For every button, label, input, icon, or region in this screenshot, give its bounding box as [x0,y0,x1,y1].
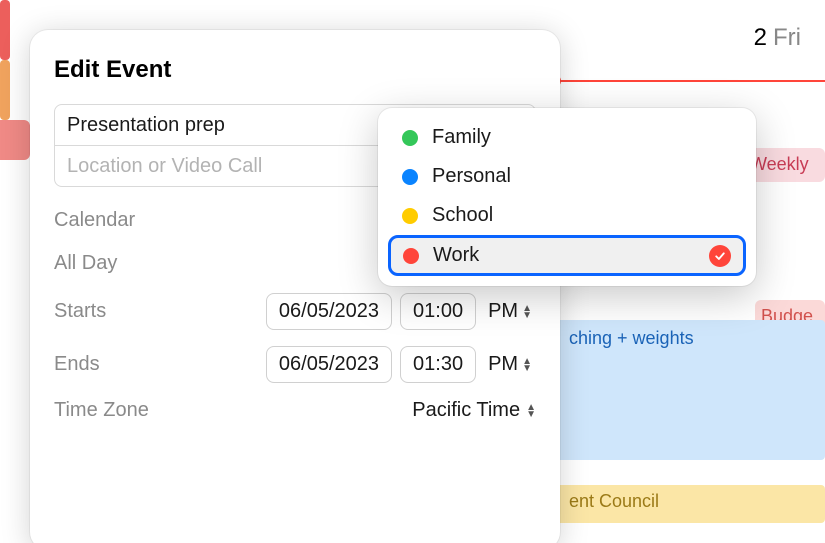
ends-time-input[interactable]: 01:30 [400,346,476,383]
calendar-option-label: School [432,204,493,227]
current-time-indicator [555,80,825,82]
calendar-dropdown-menu: Family Personal School Work [378,108,756,286]
ends-ampm-value: PM [488,353,518,376]
timezone-label: Time Zone [54,399,184,422]
stepper-icon: ▲▼ [522,358,532,372]
starts-date-input[interactable]: 06/05/2023 [266,293,392,330]
day-name: Fri [773,24,801,52]
calendar-option-personal[interactable]: Personal [388,157,746,196]
calendar-option-label: Personal [432,165,511,188]
starts-row: Starts 06/05/2023 01:00 PM ▲▼ [54,293,536,330]
ends-ampm-select[interactable]: PM ▲▼ [484,353,536,376]
starts-label: Starts [54,300,184,323]
timezone-value: Pacific Time [412,399,520,422]
calendar-label: Calendar [54,209,184,232]
color-dot-icon [403,248,419,264]
calendar-option-work[interactable]: Work [388,235,746,276]
calendar-option-label: Family [432,126,491,149]
calendar-option-label: Work [433,244,479,267]
stepper-icon: ▲▼ [522,305,532,319]
background-event[interactable]: ent Council [555,485,825,523]
ends-label: Ends [54,353,184,376]
day-number: 2 [754,24,767,52]
starts-ampm-select[interactable]: PM ▲▼ [484,300,536,323]
edit-event-popover: Edit Event Calendar ▾ All Day Starts 06/… [30,30,560,543]
background-event-tab [0,120,30,160]
color-dot-icon [402,208,418,224]
all-day-label: All Day [54,252,184,275]
timezone-select[interactable]: Pacific Time ▲▼ [412,399,536,422]
selected-check-icon [709,245,731,267]
color-dot-icon [402,169,418,185]
starts-time-input[interactable]: 01:00 [400,293,476,330]
timezone-row: Time Zone Pacific Time ▲▼ [54,399,536,422]
calendar-option-school[interactable]: School [388,196,746,235]
color-dot-icon [402,130,418,146]
ends-row: Ends 06/05/2023 01:30 PM ▲▼ [54,346,536,383]
stepper-icon: ▲▼ [526,404,536,418]
background-event[interactable]: ching + weights [555,320,825,460]
popover-title: Edit Event [54,56,536,84]
starts-ampm-value: PM [488,300,518,323]
ends-date-input[interactable]: 06/05/2023 [266,346,392,383]
calendar-option-family[interactable]: Family [388,118,746,157]
